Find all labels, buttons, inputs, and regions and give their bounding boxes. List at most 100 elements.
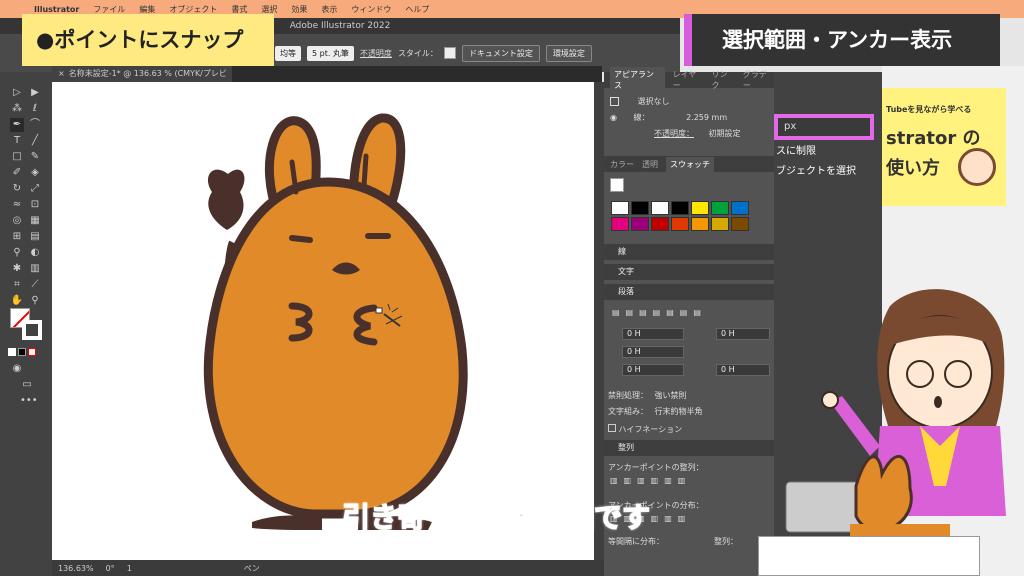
style-swatch[interactable] — [443, 47, 456, 59]
section-stroke[interactable]: 線 — [604, 244, 774, 260]
section-align[interactable]: 整列 — [604, 440, 774, 456]
kinsoku-select[interactable]: 強い禁則 — [655, 391, 687, 400]
close-icon[interactable]: × — [58, 69, 65, 78]
px-unit-field[interactable]: px — [774, 114, 874, 140]
draw-mode-icon[interactable]: ◉ — [10, 362, 24, 376]
magic-wand-icon[interactable]: ⁂ — [10, 102, 24, 116]
tab-color[interactable]: カラー — [610, 159, 634, 170]
hyphenation-checkbox[interactable] — [608, 424, 616, 432]
swatch-cell[interactable] — [691, 201, 709, 215]
menu-object[interactable]: オブジェクト — [169, 4, 217, 15]
width-tool-icon[interactable]: ≈ — [10, 198, 24, 212]
menu-file[interactable]: ファイル — [93, 4, 125, 15]
shape-builder-icon[interactable]: ◎ — [10, 214, 24, 228]
document-settings-button[interactable]: ドキュメント設定 — [461, 44, 540, 62]
swatch-cell[interactable] — [671, 217, 689, 231]
default-stroke-icon[interactable] — [18, 348, 26, 356]
swatch-cell[interactable] — [651, 201, 669, 215]
screen-mode-icon[interactable]: ▭ — [20, 378, 34, 392]
type-tool-icon[interactable]: T — [10, 134, 24, 148]
preferences-button[interactable]: 環境設定 — [545, 44, 592, 62]
stroke-swatch-icon[interactable] — [22, 320, 42, 340]
selection-tool-icon[interactable]: ▷ — [10, 86, 24, 100]
swatch-cell[interactable] — [691, 217, 709, 231]
rectangle-tool-icon[interactable]: □ — [10, 150, 24, 164]
mojigumi-select[interactable]: 行末約物半角 — [655, 407, 703, 416]
swatch-cell[interactable] — [711, 201, 729, 215]
uniform-select[interactable]: 均等 — [275, 45, 301, 61]
artboard-tool-icon[interactable]: ⌗ — [10, 278, 24, 292]
section-character[interactable]: 文字 — [604, 264, 774, 280]
rotate-tool-icon[interactable]: ↻ — [10, 182, 24, 196]
tab-links[interactable]: リンク — [712, 69, 735, 91]
menu-select[interactable]: 選択 — [261, 4, 277, 15]
swatch-cell[interactable] — [631, 217, 649, 231]
swatch-tabs: カラー 透明 スウォッチ — [604, 156, 774, 172]
tutorial-card-avatar — [958, 148, 996, 186]
tools-panel: ▷ ▶ ⁂ ℓ ✒ ⌒ T ╱ □ ✎ ✐ ◈ ↻ ⤢ ≈ ⊡ ◎ ▦ ⊞ ▤ … — [0, 72, 52, 576]
swatch-cell[interactable] — [671, 201, 689, 215]
gradient-tool-icon[interactable]: ▤ — [28, 230, 42, 244]
artboard[interactable] — [52, 82, 594, 560]
document-tab[interactable]: ×名称未設定-1* @ 136.63 % (CMYK/プレビュー) — [52, 66, 232, 94]
swatch-cell[interactable] — [651, 217, 669, 231]
slice-tool-icon[interactable]: ⟋ — [28, 278, 42, 292]
tab-gradient[interactable]: グラデー — [743, 69, 774, 91]
hand-tool-icon[interactable]: ✋ — [10, 294, 24, 308]
indent-left-field[interactable]: 0 H — [622, 328, 684, 340]
direct-selection-tool-icon[interactable]: ▶ — [28, 86, 42, 100]
menu-edit[interactable]: 編集 — [139, 4, 155, 15]
artboard-number[interactable]: 1 — [127, 564, 132, 573]
paragraph-align-icons[interactable]: ▤▤▤▤▤▤▤ — [604, 308, 774, 317]
opacity-label[interactable]: 不透明度 — [360, 48, 392, 59]
eraser-tool-icon[interactable]: ◈ — [28, 166, 42, 180]
first-line-indent-field[interactable]: 0 H — [622, 346, 684, 358]
menu-help[interactable]: ヘルプ — [405, 4, 429, 15]
rotation-value[interactable]: 0° — [106, 564, 115, 573]
more-tools-icon[interactable]: ••• — [20, 394, 38, 408]
default-fill-icon[interactable] — [8, 348, 16, 356]
eyedropper-icon[interactable]: ⚲ — [10, 246, 24, 260]
vertical-scrollbar[interactable] — [594, 82, 604, 560]
swatch-cell[interactable] — [731, 217, 749, 231]
swatch-cell[interactable] — [711, 217, 729, 231]
menu-illustrator[interactable]: Illustrator — [34, 5, 79, 14]
swatch-cell[interactable] — [611, 201, 629, 215]
line-tool-icon[interactable]: ╱ — [28, 134, 42, 148]
space-after-field[interactable]: 0 H — [716, 364, 770, 376]
swatch-cell[interactable] — [631, 201, 649, 215]
shaper-tool-icon[interactable]: ✐ — [10, 166, 24, 180]
swatch-cell[interactable] — [611, 217, 629, 231]
perspective-grid-icon[interactable]: ▦ — [28, 214, 42, 228]
anchor-align-icons[interactable]: ▥▥▥▥▥▥ — [604, 476, 774, 485]
section-paragraph[interactable]: 段落 — [604, 284, 774, 300]
zoom-tool-icon[interactable]: ⚲ — [28, 294, 42, 308]
menu-type[interactable]: 書式 — [231, 4, 247, 15]
tab-appearance[interactable]: アピアランス — [610, 67, 665, 93]
tab-swatches[interactable]: スウォッチ — [666, 156, 714, 172]
menu-window[interactable]: ウィンドウ — [351, 4, 391, 15]
free-transform-icon[interactable]: ⊡ — [28, 198, 42, 212]
blend-tool-icon[interactable]: ◐ — [28, 246, 42, 260]
brush-select[interactable]: 5 pt. 丸筆 — [307, 45, 354, 61]
fill-stroke-mini-icon[interactable] — [610, 178, 624, 192]
curvature-tool-icon[interactable]: ⌒ — [28, 118, 42, 132]
pen-tool-icon[interactable]: ✒ — [10, 118, 24, 132]
lasso-tool-icon[interactable]: ℓ — [28, 102, 42, 116]
menu-effect[interactable]: 効果 — [291, 4, 307, 15]
symbol-sprayer-icon[interactable]: ✱ — [10, 262, 24, 276]
eye-icon[interactable]: ◉ — [610, 113, 617, 122]
swatch-cell[interactable] — [731, 201, 749, 215]
indent-right-field[interactable]: 0 H — [716, 328, 770, 340]
scale-tool-icon[interactable]: ⤢ — [28, 182, 42, 196]
space-before-field[interactable]: 0 H — [622, 364, 684, 376]
mesh-tool-icon[interactable]: ⊞ — [10, 230, 24, 244]
none-icon[interactable] — [28, 348, 36, 356]
zoom-level[interactable]: 136.63% — [58, 564, 94, 573]
menu-view[interactable]: 表示 — [321, 4, 337, 15]
tab-transparency[interactable]: 透明 — [642, 159, 658, 170]
graph-tool-icon[interactable]: ▥ — [28, 262, 42, 276]
tab-layers[interactable]: レイヤー — [673, 69, 704, 91]
brush-tool-icon[interactable]: ✎ — [28, 150, 42, 164]
stroke-value[interactable]: 2.259 mm — [686, 113, 727, 122]
